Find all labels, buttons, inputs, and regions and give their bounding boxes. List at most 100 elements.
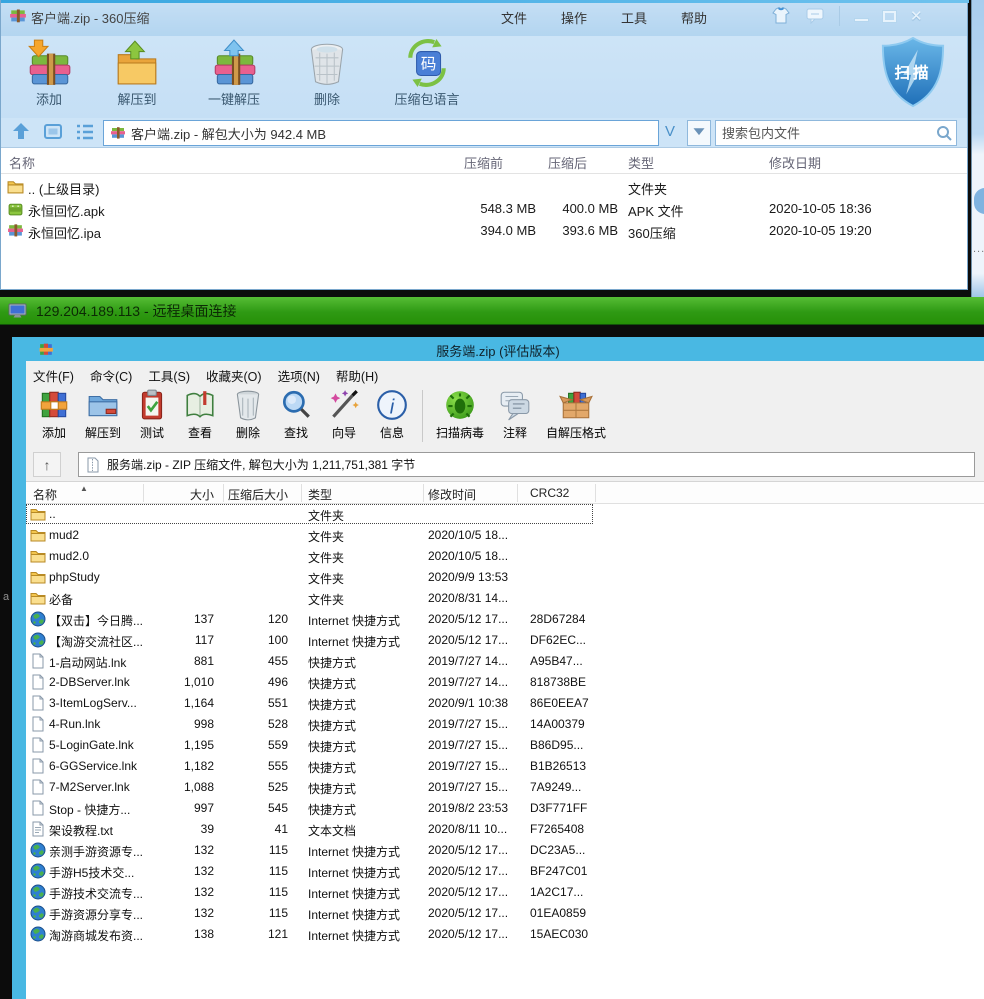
- maximize-button[interactable]: [883, 11, 896, 22]
- toolbar-delete-button[interactable]: 删除: [285, 36, 369, 108]
- textpage-icon: [30, 821, 46, 837]
- list-view-icon[interactable]: [73, 121, 97, 143]
- search-icon[interactable]: [936, 125, 952, 141]
- table-row[interactable]: 必备文件夹2020/8/31 14...: [26, 588, 984, 609]
- modified-date: 2020-10-05 18:36: [769, 201, 872, 216]
- table-row[interactable]: 淘游商城发布资...138121Internet 快捷方式2020/5/12 1…: [26, 924, 984, 945]
- table-row[interactable]: phpStudy文件夹2020/9/9 13:53: [26, 567, 984, 588]
- column-divider: [595, 484, 596, 502]
- toolbar-extract-to-button[interactable]: 解压到: [91, 36, 183, 108]
- table-row[interactable]: 2-DBServer.lnk1,010496快捷方式2019/7/27 14..…: [26, 672, 984, 693]
- toolbar-info-button[interactable]: i信息: [368, 388, 416, 441]
- table-row[interactable]: .. (上级目录)文件夹: [1, 176, 967, 198]
- archive-address-combo[interactable]: 服务端.zip - ZIP 压缩文件, 解包大小为 1,211,751,381 …: [78, 452, 975, 477]
- table-row[interactable]: 手游H5技术交...132115Internet 快捷方式2020/5/12 1…: [26, 861, 984, 882]
- column-header[interactable]: 压缩后大小: [216, 486, 288, 503]
- menubar-item[interactable]: 帮助: [681, 8, 707, 27]
- toolbar-scan-virus-button[interactable]: 扫描病毒: [429, 388, 491, 441]
- toolbar-test-button[interactable]: 测试: [128, 388, 176, 441]
- column-header[interactable]: 修改时间: [428, 486, 476, 503]
- table-row[interactable]: 架设教程.txt3941文本文档2020/8/11 10...F7265408: [26, 819, 984, 840]
- table-row[interactable]: 7-M2Server.lnk1,088525快捷方式2019/7/27 15..…: [26, 777, 984, 798]
- size-after: 400.0 MB: [513, 201, 618, 216]
- modified-time: 2019/7/27 15...: [428, 759, 508, 773]
- table-row[interactable]: mud2.0文件夹2020/10/5 18...: [26, 546, 984, 567]
- toolbar-comment-button[interactable]: 注释: [491, 388, 539, 441]
- table-row[interactable]: 亲测手游资源专...132115Internet 快捷方式2020/5/12 1…: [26, 840, 984, 861]
- up-arrow-icon[interactable]: [9, 121, 33, 143]
- file-size: 132: [140, 906, 214, 920]
- page-icon: [30, 737, 46, 753]
- column-header[interactable]: 修改日期: [769, 153, 821, 172]
- menubar-item[interactable]: 工具: [621, 8, 647, 27]
- toolbar-sfx-button[interactable]: 自解压格式: [539, 388, 613, 441]
- table-row[interactable]: 手游资源分享专...132115Internet 快捷方式2020/5/12 1…: [26, 903, 984, 924]
- column-header[interactable]: CRC32: [530, 486, 569, 500]
- file-size: 117: [140, 633, 214, 647]
- toolbar-one-click-extract-button[interactable]: 一键解压: [183, 36, 285, 108]
- menubar-item[interactable]: 文件: [501, 8, 527, 27]
- table-row[interactable]: Stop - 快捷方...997545快捷方式2019/8/2 23:53D3F…: [26, 798, 984, 819]
- toolbar-add-button[interactable]: 添加: [7, 36, 91, 108]
- menubar-item[interactable]: 操作: [561, 8, 587, 27]
- toolbar-archive-language-button[interactable]: 码压缩包语言: [369, 36, 485, 108]
- table-row[interactable]: 【淘游交流社区...117100Internet 快捷方式2020/5/12 1…: [26, 630, 984, 651]
- file-type: 快捷方式: [308, 675, 356, 692]
- menubar-item[interactable]: 命令(C): [90, 366, 132, 385]
- modified-date: 2020-10-05 19:20: [769, 223, 872, 238]
- rdp-titlebar[interactable]: 129.204.189.113 - 远程桌面连接: [0, 297, 984, 325]
- table-row[interactable]: 1-启动网站.lnk881455快捷方式2019/7/27 14...A95B4…: [26, 651, 984, 672]
- table-row[interactable]: 4-Run.lnk998528快捷方式2019/7/27 15...14A003…: [26, 714, 984, 735]
- apk-icon: [7, 200, 24, 217]
- svg-text:i: i: [390, 397, 395, 419]
- large-icon-view-icon[interactable]: [41, 121, 65, 143]
- size-after: 393.6 MB: [513, 223, 618, 238]
- search-input[interactable]: [720, 125, 936, 142]
- toolbar-extract-to-button[interactable]: 解压到: [78, 388, 128, 441]
- table-row[interactable]: 6-GGService.lnk1,182555快捷方式2019/7/27 15.…: [26, 756, 984, 777]
- file-name: phpStudy: [49, 570, 100, 584]
- file-name: 手游技术交流专...: [49, 885, 143, 902]
- column-header[interactable]: 大小: [140, 486, 214, 503]
- modified-time: 2020/5/12 17...: [428, 843, 508, 857]
- file-name: 1-启动网站.lnk: [49, 654, 126, 671]
- menubar-item[interactable]: 选项(N): [278, 366, 320, 385]
- column-header[interactable]: 压缩前: [464, 153, 503, 172]
- minimize-button[interactable]: [854, 18, 869, 22]
- menubar-item[interactable]: 工具(S): [148, 366, 190, 385]
- table-row[interactable]: 【双击】今日腾...137120Internet 快捷方式2020/5/12 1…: [26, 609, 984, 630]
- address-dropdown-button[interactable]: [687, 120, 711, 146]
- sliver-circle-button[interactable]: [974, 188, 984, 214]
- column-header[interactable]: 名称: [33, 486, 57, 503]
- table-row[interactable]: 永恒回忆.ipa394.0 MB393.6 MB360压缩2020-10-05 …: [1, 220, 967, 242]
- table-row[interactable]: 永恒回忆.apk548.3 MB400.0 MBAPK 文件2020-10-05…: [1, 198, 967, 220]
- column-header[interactable]: 类型: [628, 153, 654, 172]
- table-row[interactable]: mud2文件夹2020/10/5 18...: [26, 525, 984, 546]
- column-header[interactable]: 名称: [9, 153, 35, 172]
- toolbar-find-button[interactable]: 查找: [272, 388, 320, 441]
- table-row[interactable]: ..文件夹: [26, 504, 984, 525]
- column-header[interactable]: 压缩后: [548, 153, 587, 172]
- file-name: 4-Run.lnk: [49, 717, 100, 731]
- toolbar-wizard-button[interactable]: 向导: [320, 388, 368, 441]
- up-directory-button[interactable]: ↑: [33, 452, 61, 477]
- folder-icon: [30, 548, 46, 564]
- address-bar[interactable]: 客户端.zip - 解包大小为 942.4 MB: [103, 120, 659, 146]
- menubar-item[interactable]: 文件(F): [33, 366, 74, 385]
- skin-icon[interactable]: [771, 6, 791, 26]
- zip-add-icon: [24, 38, 74, 88]
- toolbar-view-button[interactable]: 查看: [176, 388, 224, 441]
- scan-shield-button[interactable]: 扫描: [879, 36, 947, 108]
- column-header[interactable]: 类型: [308, 486, 332, 503]
- feedback-icon[interactable]: [805, 6, 825, 26]
- table-row[interactable]: 5-LoginGate.lnk1,195559快捷方式2019/7/27 15.…: [26, 735, 984, 756]
- toolbar-add-button[interactable]: 添加: [30, 388, 78, 441]
- menubar-item[interactable]: 收藏夹(O): [206, 366, 262, 385]
- menubar-item[interactable]: 帮助(H): [336, 366, 378, 385]
- table-row[interactable]: 3-ItemLogServ...1,164551快捷方式2020/9/1 10:…: [26, 693, 984, 714]
- toolbar-delete-button[interactable]: 删除: [224, 388, 272, 441]
- toolbar-label: 添加: [36, 89, 62, 108]
- file-size: 997: [140, 801, 214, 815]
- table-row[interactable]: 手游技术交流专...132115Internet 快捷方式2020/5/12 1…: [26, 882, 984, 903]
- close-button[interactable]: ✕: [910, 7, 923, 25]
